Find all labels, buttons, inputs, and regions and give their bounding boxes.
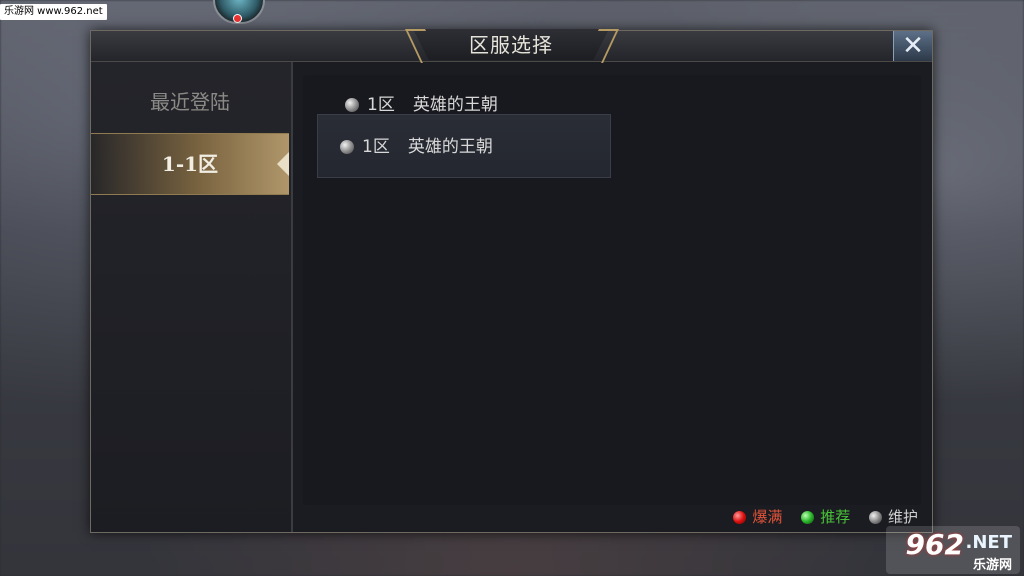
server-list-panel: 1区 英雄的王朝 1区 英雄的王朝 bbox=[303, 75, 921, 505]
status-dot-icon bbox=[345, 98, 359, 112]
legend-full: 爆满 bbox=[733, 508, 782, 526]
green-dot-icon bbox=[801, 511, 815, 524]
server-zone: 1区 bbox=[362, 137, 390, 157]
server-zone: 1区 bbox=[367, 95, 395, 115]
legend-maintenance: 维护 bbox=[868, 508, 918, 526]
legend-recommended: 推荐 bbox=[801, 508, 850, 526]
status-dot-icon bbox=[340, 140, 354, 154]
server-name: 英雄的王朝 bbox=[412, 95, 498, 115]
watermark-top: 乐游网 www.962.net bbox=[0, 4, 107, 20]
status-legend: 爆满 推荐 维护 bbox=[719, 506, 918, 528]
close-x-icon: ✕ bbox=[902, 31, 924, 61]
dialog-title: 区服选择 bbox=[469, 33, 553, 57]
selected-arrow-icon bbox=[277, 152, 289, 176]
server-name: 英雄的王朝 bbox=[407, 137, 493, 157]
gray-dot-icon bbox=[868, 511, 882, 524]
watermark-logo: 962 .NET 乐游网 bbox=[886, 526, 1020, 574]
sidebar: 最近登陆 1-1区 bbox=[91, 62, 293, 532]
close-button[interactable]: ✕ bbox=[893, 31, 932, 61]
sidebar-item-zone-1-1[interactable]: 1-1区 bbox=[91, 133, 289, 195]
sidebar-item-label: 最近登陆 bbox=[150, 90, 230, 114]
server-card[interactable]: 1区 英雄的王朝 bbox=[317, 114, 611, 178]
notification-dot bbox=[233, 14, 242, 23]
red-dot-icon bbox=[733, 511, 747, 524]
sidebar-item-label: 1-1区 bbox=[161, 152, 219, 176]
server-select-dialog: 区服选择 ✕ 最近登陆 1-1区 1区 英雄的王朝 1区 英雄的王朝 爆满 推荐 维… bbox=[90, 29, 933, 533]
sidebar-item-recent[interactable]: 最近登陆 bbox=[91, 72, 289, 132]
